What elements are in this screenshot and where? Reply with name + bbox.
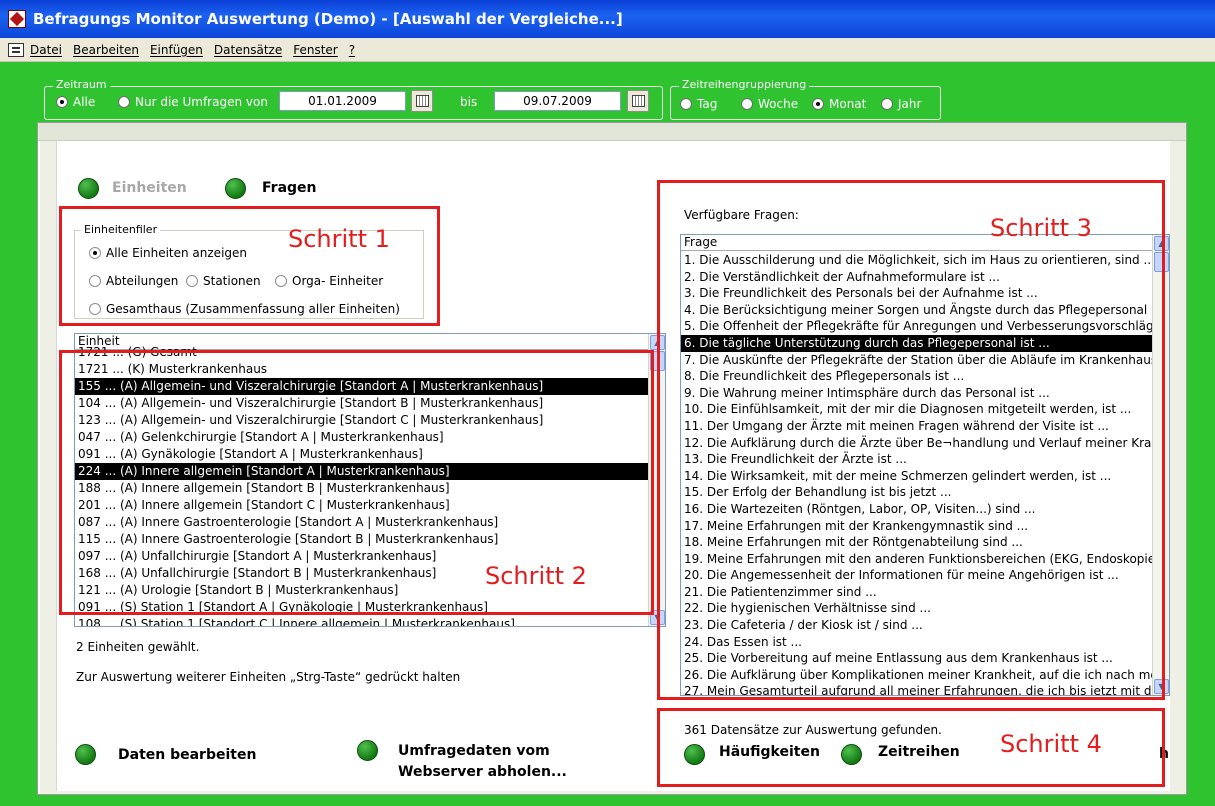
zeitraum-alle-radio[interactable]: Alle: [56, 95, 95, 109]
to-date-field[interactable]: 09.07.2009: [494, 91, 621, 111]
zeitraum-range-label: Nur die Umfragen von: [135, 95, 268, 109]
schritt1-highlight: [59, 206, 440, 326]
gruppierung-monat-radio[interactable]: Monat: [812, 97, 866, 111]
tab-einheiten[interactable]: Einheiten: [112, 180, 187, 196]
unit-row[interactable]: 108 ... (S) Station 1 [Standort C | Inne…: [75, 616, 650, 626]
gruppierung-jahr-radio[interactable]: Jahr: [881, 97, 921, 111]
menu-einfuegen[interactable]: Einfügen: [150, 43, 203, 57]
units-selected-count: 2 Einheiten gewählt.: [76, 640, 200, 654]
radio-selected[interactable]: [56, 96, 68, 108]
schritt2-label: Schritt 2: [485, 562, 587, 590]
radio-unselected[interactable]: [680, 98, 692, 110]
gruppierung-tag-label: Tag: [697, 97, 718, 111]
app-icon: [8, 10, 26, 28]
calendar-icon: [631, 95, 645, 107]
menu-datensaetze[interactable]: Datensätze: [214, 43, 282, 57]
menu-fenster[interactable]: Fenster: [293, 43, 338, 57]
umfragedaten-button-line2[interactable]: Webserver abholen...: [398, 764, 567, 780]
panel-header: [38, 123, 1186, 141]
from-date-field[interactable]: 01.01.2009: [279, 91, 406, 111]
radio-unselected[interactable]: [881, 98, 893, 110]
gruppierung-monat-label: Monat: [829, 97, 867, 111]
gruppierung-tag-radio[interactable]: Tag: [680, 97, 717, 111]
to-calendar-button[interactable]: [627, 90, 649, 112]
from-calendar-button[interactable]: [411, 90, 433, 112]
menu-bar: Datei Bearbeiten Einfügen Datensätze Fen…: [0, 38, 1215, 62]
schritt4-label: Schritt 4: [1000, 730, 1102, 758]
einheiten-tab-icon[interactable]: [78, 178, 99, 199]
zeitraum-range-radio[interactable]: Nur die Umfragen von: [118, 95, 268, 109]
gruppierung-jahr-label: Jahr: [898, 97, 922, 111]
schritt1-label: Schritt 1: [288, 225, 390, 253]
tab-fragen[interactable]: Fragen: [262, 180, 317, 196]
gruppierung-legend: Zeitreihengruppierung: [679, 78, 810, 91]
menu-bearbeiten[interactable]: Bearbeiten: [73, 43, 139, 57]
calendar-icon: [415, 95, 429, 107]
zeitraum-alle-label: Alle: [73, 95, 96, 109]
gruppierung-woche-label: Woche: [758, 97, 799, 111]
window-menu-icon[interactable]: [8, 42, 24, 57]
schritt3-highlight: [657, 180, 1165, 700]
window-title: Befragungs Monitor Auswertung (Demo) - […: [33, 10, 623, 28]
bis-label: bis: [460, 95, 478, 109]
daten-bearbeiten-button[interactable]: Daten bearbeiten: [118, 747, 256, 763]
umfragedaten-icon[interactable]: [357, 740, 378, 761]
radio-unselected[interactable]: [118, 96, 130, 108]
title-bar: Befragungs Monitor Auswertung (Demo) - […: [0, 0, 1215, 38]
zeitraum-legend: Zeitraum: [53, 78, 110, 91]
menu-datei[interactable]: Datei: [30, 43, 62, 57]
radio-selected[interactable]: [812, 98, 824, 110]
schritt3-label: Schritt 3: [990, 214, 1092, 242]
fragen-tab-icon[interactable]: [225, 178, 246, 199]
gruppierung-woche-radio[interactable]: Woche: [741, 97, 798, 111]
daten-bearbeiten-icon[interactable]: [75, 744, 96, 765]
radio-unselected[interactable]: [741, 98, 753, 110]
units-hint: Zur Auswertung weiterer Einheiten „Strg-…: [76, 670, 461, 684]
menu-help[interactable]: ?: [349, 43, 355, 57]
umfragedaten-button-line1[interactable]: Umfragedaten vom: [398, 743, 550, 759]
window-bottom-border: [0, 797, 1215, 806]
